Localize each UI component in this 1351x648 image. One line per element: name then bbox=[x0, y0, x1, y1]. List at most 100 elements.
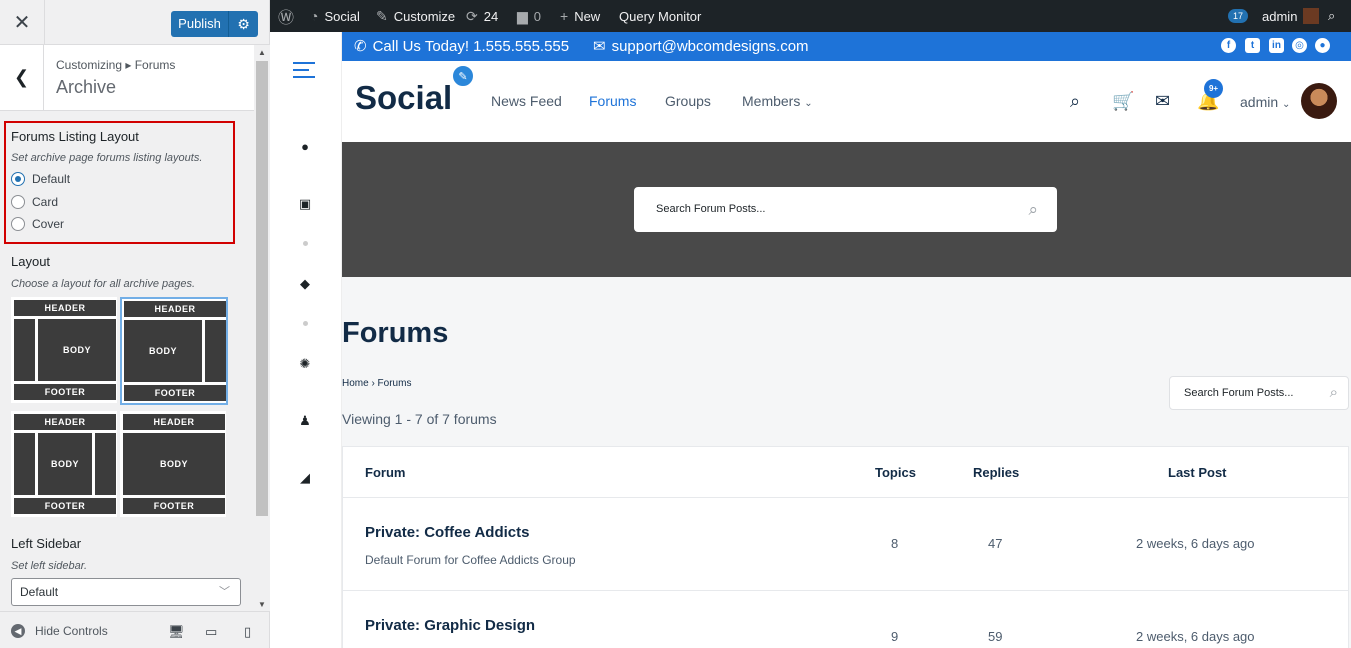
scroll-up-icon[interactable]: ▲ bbox=[258, 48, 266, 57]
adminbar-comments[interactable]: ▆ 0 bbox=[517, 0, 541, 32]
controls-scroll-area: Forums Listing Layout Set archive page f… bbox=[0, 111, 254, 611]
hero-search-input[interactable]: Search Forum Posts... ⌕ bbox=[634, 187, 1057, 232]
mobile-preview-icon[interactable]: ▯ bbox=[244, 624, 251, 640]
twitter-icon[interactable]: t bbox=[1245, 38, 1260, 53]
panel-scrollbar[interactable]: ▲ ▼ bbox=[254, 45, 270, 611]
tablet-preview-icon[interactable]: ▭ bbox=[205, 624, 217, 640]
topbar-email[interactable]: ✉ support@wbcomdesigns.com bbox=[593, 37, 809, 56]
radio-dot[interactable] bbox=[11, 217, 25, 231]
chat-icon[interactable]: ◆ bbox=[297, 276, 313, 292]
activity-icon[interactable]: ◢ bbox=[297, 470, 313, 486]
layout-both-sidebars[interactable]: HEADER BODY FOOTER bbox=[11, 411, 117, 517]
site-preview: Ⓦ ◔ Social ✎ Customize ⟳ 24 ▆ 0 + New Query M… bbox=[270, 0, 1351, 648]
adminbar-query-monitor[interactable]: Query Monitor bbox=[619, 0, 701, 32]
radio-dot[interactable] bbox=[11, 195, 25, 209]
globe-icon[interactable]: ● bbox=[297, 138, 313, 154]
dribbble-icon[interactable]: ◎ bbox=[1292, 38, 1307, 53]
pencil-icon[interactable]: ✎ bbox=[451, 64, 475, 88]
scroll-thumb[interactable] bbox=[256, 61, 268, 516]
header-user-menu[interactable]: admin ⌄ bbox=[1240, 94, 1290, 110]
topbar-phone-text: Call Us Today! 1.555.555.555 bbox=[372, 37, 570, 55]
notification-badge: 9+ bbox=[1204, 79, 1223, 98]
radio-default[interactable]: Default bbox=[11, 172, 70, 186]
hamburger-icon[interactable] bbox=[293, 62, 315, 78]
forum-title[interactable]: Private: Graphic Design bbox=[365, 617, 535, 634]
layout-footer: FOOTER bbox=[123, 498, 225, 514]
adminbar-site[interactable]: ◔ Social bbox=[310, 0, 360, 32]
groups-icon[interactable]: ✺ bbox=[297, 356, 313, 372]
linkedin-icon[interactable]: in bbox=[1269, 38, 1284, 53]
facebook-icon[interactable]: f bbox=[1221, 38, 1236, 53]
adminbar-search-icon[interactable]: ⌕ bbox=[1328, 0, 1335, 32]
search-icon[interactable]: ⌕ bbox=[1330, 377, 1338, 409]
cart-icon[interactable]: 🛒 bbox=[1112, 91, 1134, 112]
radio-label: Default bbox=[32, 172, 71, 186]
comment-icon: ▆ bbox=[517, 7, 528, 24]
github-icon[interactable]: ● bbox=[1315, 38, 1330, 53]
adminbar-user[interactable]: 17 admin bbox=[1228, 0, 1320, 32]
envelope-icon: ✉ bbox=[593, 38, 606, 55]
left-sidebar-desc: Set left sidebar. bbox=[11, 560, 88, 572]
table-row: Private: Graphic Design 9 59 2 weeks, 6 … bbox=[343, 590, 1348, 648]
forum-search-input[interactable]: Search Forum Posts... ⌕ bbox=[1169, 376, 1349, 410]
layout-header: HEADER bbox=[123, 414, 225, 430]
layout-sidebar bbox=[205, 320, 226, 382]
nav-members[interactable]: Members ⌄ bbox=[742, 93, 813, 109]
adminbar-updates-count: 24 bbox=[483, 8, 499, 24]
forums-layout-title: Forums Listing Layout bbox=[11, 129, 139, 144]
adminbar-updates[interactable]: ⟳ 24 bbox=[466, 0, 498, 32]
radio-dot[interactable] bbox=[11, 172, 25, 186]
back-button[interactable]: ❮ bbox=[0, 45, 44, 110]
nav-forums[interactable]: Forums bbox=[589, 93, 636, 109]
publish-label: Publish bbox=[171, 11, 229, 37]
col-topics: Topics bbox=[875, 465, 916, 480]
nav-news-feed[interactable]: News Feed bbox=[491, 93, 562, 109]
close-customizer-button[interactable]: ✕ bbox=[0, 0, 45, 45]
adminbar-badge: 17 bbox=[1228, 9, 1249, 23]
forums-table: Forum Topics Replies Last Post Private: … bbox=[342, 446, 1349, 648]
search-icon[interactable]: ⌕ bbox=[1028, 187, 1038, 232]
screen-icon[interactable]: ▣ bbox=[297, 196, 313, 212]
breadcrumb[interactable]: Home › Forums bbox=[342, 378, 411, 389]
header-user-name: admin bbox=[1240, 94, 1279, 110]
hide-controls-button[interactable]: ◀ Hide Controls bbox=[11, 624, 108, 638]
layout-full-width[interactable]: HEADER BODY FOOTER bbox=[120, 411, 226, 517]
brush-icon: ✎ bbox=[376, 7, 388, 24]
site-logo[interactable]: Social bbox=[355, 79, 452, 117]
adminbar-new[interactable]: + New bbox=[560, 0, 600, 32]
forum-last-post[interactable]: 2 weeks, 6 days ago bbox=[1136, 536, 1255, 551]
radio-card[interactable]: Card bbox=[11, 195, 58, 209]
radio-label: Cover bbox=[32, 217, 65, 231]
nav-dot bbox=[303, 321, 308, 326]
publish-button[interactable]: Publish ⚙ bbox=[171, 11, 258, 37]
message-icon[interactable]: ✉ bbox=[1155, 91, 1170, 112]
select-value: Default bbox=[20, 585, 59, 599]
avatar[interactable] bbox=[1301, 83, 1337, 119]
desktop-preview-icon[interactable]: 🖥 bbox=[168, 624, 185, 640]
left-sidebar-select[interactable]: Default ﹀ bbox=[11, 578, 241, 606]
adminbar-user-name: admin bbox=[1262, 8, 1298, 24]
close-icon: ✕ bbox=[13, 12, 31, 34]
adminbar-customize[interactable]: ✎ Customize bbox=[376, 0, 455, 32]
table-row: Private: Coffee Addicts Default Forum fo… bbox=[343, 497, 1348, 590]
nav-groups[interactable]: Groups bbox=[665, 93, 711, 109]
radio-cover[interactable]: Cover bbox=[11, 217, 64, 231]
forum-last-post[interactable]: 2 weeks, 6 days ago bbox=[1136, 629, 1255, 644]
members-icon[interactable]: ♟ bbox=[297, 413, 313, 429]
gear-icon[interactable]: ⚙ bbox=[229, 16, 258, 33]
query-monitor-label: Query Monitor bbox=[619, 8, 702, 24]
search-icon[interactable]: ⌕ bbox=[1070, 91, 1080, 112]
site-header: Social ✎ News Feed Forums Groups Members… bbox=[342, 61, 1351, 142]
nav-members-label: Members bbox=[742, 93, 801, 109]
wordpress-logo-icon[interactable]: Ⓦ bbox=[278, 0, 300, 32]
scroll-down-icon[interactable]: ▼ bbox=[258, 600, 266, 609]
radio-label: Card bbox=[32, 195, 59, 209]
left-sidebar-title: Left Sidebar bbox=[11, 536, 82, 551]
layout-right-sidebar[interactable]: HEADER BODY FOOTER bbox=[120, 297, 228, 405]
viewing-count: Viewing 1 - 7 of 7 forums bbox=[342, 411, 497, 427]
layout-header: HEADER bbox=[124, 301, 226, 317]
forum-title[interactable]: Private: Coffee Addicts bbox=[365, 524, 529, 541]
wp-admin-bar: Ⓦ ◔ Social ✎ Customize ⟳ 24 ▆ 0 + New Query M… bbox=[270, 0, 1351, 32]
topbar-phone[interactable]: ✆ Call Us Today! 1.555.555.555 bbox=[354, 37, 570, 56]
layout-left-sidebar[interactable]: HEADER BODY FOOTER bbox=[11, 297, 117, 403]
